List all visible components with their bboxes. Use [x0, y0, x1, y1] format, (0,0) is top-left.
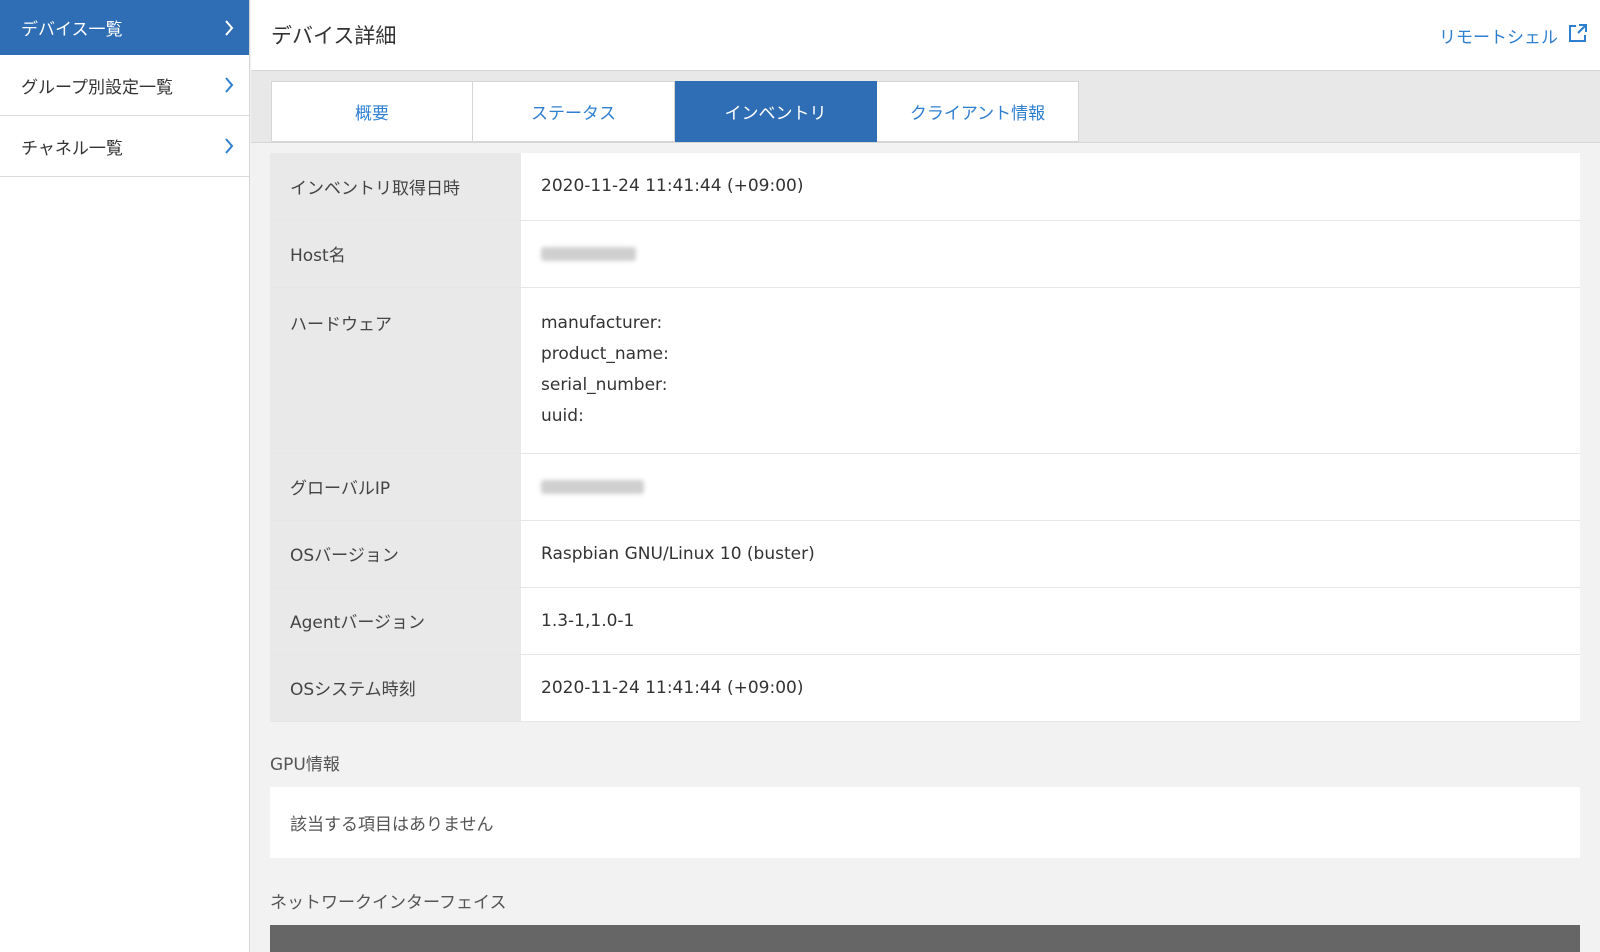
tab-overview[interactable]: 概要 [271, 81, 473, 142]
hardware-line: uuid: [541, 406, 584, 426]
chevron-right-icon [223, 19, 235, 37]
tab-status[interactable]: ステータス [473, 81, 675, 142]
row-value: 2020-11-24 11:41:44 (+09:00) [521, 654, 1580, 722]
page-title: デバイス詳細 [271, 24, 397, 48]
table-row: グローバルIP [270, 453, 1580, 521]
table-row: OSシステム時刻 2020-11-24 11:41:44 (+09:00) [270, 654, 1580, 722]
remote-shell-link[interactable]: リモートシェル [1439, 23, 1588, 48]
gpu-empty-message: 該当する項目はありません [270, 786, 1580, 858]
row-label: OSシステム時刻 [270, 654, 521, 722]
hardware-line: serial_number: [541, 375, 668, 395]
inventory-content: インベントリ取得日時 2020-11-24 11:41:44 (+09:00) … [270, 153, 1580, 952]
table-row: ハードウェア manufacturer: product_name: seria… [270, 287, 1580, 454]
tab-client-info[interactable]: クライアント情報 [877, 81, 1079, 142]
tab-inventory[interactable]: インベントリ [675, 81, 877, 142]
row-label: グローバルIP [270, 453, 521, 521]
hardware-line: manufacturer: [541, 313, 663, 333]
external-link-icon [1568, 23, 1588, 48]
network-column-header [270, 925, 925, 952]
redacted-hostname [541, 246, 636, 261]
row-label: Agentバージョン [270, 587, 521, 655]
sidebar-item-label: チャネル一覧 [21, 138, 123, 159]
sidebar-item-group-settings[interactable]: グループ別設定一覧 [0, 55, 249, 116]
sidebar-item-label: デバイス一覧 [21, 20, 123, 40]
row-value: manufacturer: product_name: serial_numbe… [521, 287, 1580, 454]
sidebar-item-channel-list[interactable]: チャネル一覧 [0, 116, 249, 177]
gpu-section-title: GPU情報 [270, 754, 340, 775]
row-label: インベントリ取得日時 [270, 153, 521, 221]
sidebar: デバイス一覧 グループ別設定一覧 チャネル一覧 [0, 0, 250, 952]
row-value: 1.3-1,1.0-1 [521, 587, 1580, 655]
remote-shell-label: リモートシェル [1439, 27, 1558, 48]
table-row: インベントリ取得日時 2020-11-24 11:41:44 (+09:00) [270, 153, 1580, 221]
row-value [521, 453, 1580, 521]
table-row: OSバージョン Raspbian GNU/Linux 10 (buster) [270, 520, 1580, 588]
network-column-header [925, 925, 1580, 952]
tabs-bar: 概要 ステータス インベントリ クライアント情報 [251, 71, 1600, 143]
row-label: Host名 [270, 220, 521, 288]
row-label: OSバージョン [270, 520, 521, 588]
row-value [521, 220, 1580, 288]
chevron-right-icon [223, 76, 235, 94]
page-header: デバイス詳細 リモートシェル [251, 0, 1600, 71]
table-row: Host名 [270, 220, 1580, 288]
row-label: ハードウェア [270, 287, 521, 454]
redacted-ip [541, 479, 644, 494]
hardware-line: product_name: [541, 344, 669, 364]
row-value: Raspbian GNU/Linux 10 (buster) [521, 520, 1580, 588]
chevron-right-icon [223, 137, 235, 155]
network-table-header [270, 924, 1580, 952]
sidebar-item-device-list[interactable]: デバイス一覧 [0, 0, 249, 55]
row-value: 2020-11-24 11:41:44 (+09:00) [521, 153, 1580, 221]
sidebar-item-label: グループ別設定一覧 [21, 77, 173, 98]
inventory-table: インベントリ取得日時 2020-11-24 11:41:44 (+09:00) … [270, 153, 1580, 722]
network-section-title: ネットワークインターフェイス [270, 892, 507, 913]
table-row: Agentバージョン 1.3-1,1.0-1 [270, 587, 1580, 655]
